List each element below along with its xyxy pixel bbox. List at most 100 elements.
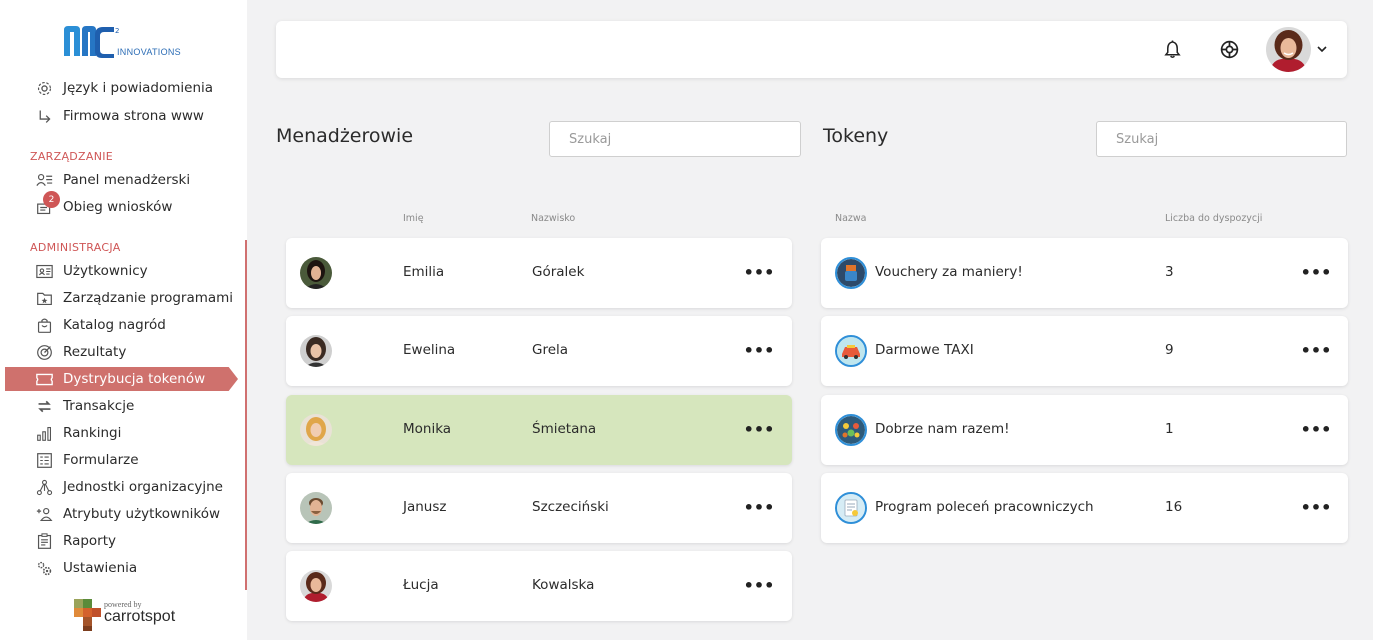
- token-row[interactable]: Darmowe TAXI 9 •••: [821, 316, 1348, 386]
- sidebar-item-reports[interactable]: Raporty: [0, 529, 240, 553]
- sidebar-item-manager-panel[interactable]: Panel menadżerski: [0, 168, 240, 192]
- manager-row[interactable]: Emilia Góralek •••: [286, 238, 792, 308]
- company-logo[interactable]: 2 INNOVATIONS: [62, 24, 202, 64]
- carrotspot-name: carrotspot: [104, 608, 176, 625]
- manager-row[interactable]: Ewelina Grela •••: [286, 316, 792, 386]
- form-icon: [35, 451, 53, 469]
- column-header-last-name[interactable]: Nazwisko: [531, 213, 575, 224]
- sidebar-item-rewards-catalog[interactable]: Katalog nagród: [0, 313, 240, 337]
- sidebar-item-label: Transakcje: [63, 398, 135, 414]
- sidebar: 2 INNOVATIONS Język i powiadomienia Firm…: [0, 0, 247, 640]
- powered-by-carrotspot[interactable]: powered by carrotspot: [72, 597, 192, 633]
- svg-text:2: 2: [115, 27, 119, 35]
- chevron-down-icon[interactable]: [1316, 43, 1328, 55]
- referral-token-icon: [835, 492, 867, 524]
- requests-count-badge: 2: [43, 191, 60, 208]
- manager-first-name: Łucja: [403, 577, 439, 593]
- arrow-turn-icon: [35, 107, 53, 125]
- sidebar-item-label: Formularze: [63, 452, 139, 468]
- settings-icon: [35, 559, 53, 577]
- more-options-icon[interactable]: •••: [1301, 261, 1332, 283]
- reports-icon: [35, 532, 53, 550]
- sidebar-item-token-distribution[interactable]: Dystrybucja tokenów: [5, 367, 238, 391]
- bell-icon[interactable]: [1164, 40, 1181, 59]
- support-globe-icon[interactable]: [1220, 40, 1239, 59]
- manager-first-name: Monika: [403, 421, 452, 437]
- sidebar-item-results[interactable]: Rezultaty: [0, 340, 240, 364]
- sidebar-item-org-units[interactable]: Jednostki organizacyjne: [0, 475, 240, 499]
- sidebar-nav[interactable]: Język i powiadomienia Firmowa strona www…: [0, 80, 247, 592]
- token-row[interactable]: Dobrze nam razem! 1 •••: [821, 395, 1348, 465]
- column-header-first-name[interactable]: Imię: [403, 213, 424, 224]
- manager-row[interactable]: Janusz Szczeciński •••: [286, 473, 792, 543]
- ticket-icon: [35, 370, 53, 388]
- logo-subtitle: INNOVATIONS: [117, 47, 181, 57]
- manager-first-name: Ewelina: [403, 342, 456, 358]
- managers-search-input[interactable]: [549, 121, 801, 157]
- tokens-search-input[interactable]: [1096, 121, 1347, 157]
- sidebar-item-label: Ustawienia: [63, 560, 138, 576]
- sidebar-item-transactions[interactable]: Transakcje: [0, 394, 240, 418]
- token-count: 9: [1165, 342, 1174, 358]
- sidebar-item-rankings[interactable]: Rankingi: [0, 421, 240, 445]
- sidebar-item-label: Język i powiadomienia: [63, 80, 214, 96]
- token-name: Dobrze nam razem!: [875, 421, 1010, 437]
- sidebar-item-label: Zarządzanie programami: [63, 290, 234, 306]
- sidebar-item-label: Obieg wniosków: [63, 199, 173, 215]
- token-count: 1: [1165, 421, 1174, 437]
- manager-row-selected[interactable]: Monika Śmietana •••: [286, 395, 792, 465]
- more-options-icon[interactable]: •••: [744, 339, 775, 361]
- manager-last-name: Śmietana: [532, 421, 597, 437]
- manager-last-name: Szczeciński: [532, 499, 609, 515]
- more-options-icon[interactable]: •••: [1301, 496, 1332, 518]
- manager-last-name: Góralek: [532, 264, 585, 280]
- avatar: [300, 414, 332, 446]
- more-options-icon[interactable]: •••: [744, 418, 775, 440]
- manager-first-name: Janusz: [403, 499, 447, 515]
- sidebar-item-users[interactable]: Użytkownicy: [0, 259, 240, 283]
- sidebar-item-company-website[interactable]: Firmowa strona www: [0, 104, 240, 128]
- sidebar-item-label: Dystrybucja tokenów: [63, 371, 206, 387]
- sidebar-item-label: Rezultaty: [63, 344, 127, 360]
- token-name: Vouchery za maniery!: [875, 264, 1023, 280]
- more-options-icon[interactable]: •••: [744, 496, 775, 518]
- voucher-token-icon: [835, 257, 867, 289]
- manager-first-name: Emilia: [403, 264, 445, 280]
- logo-mark-icon: 2: [64, 26, 119, 58]
- user-avatar[interactable]: [1266, 27, 1311, 72]
- org-units-icon: [35, 478, 53, 496]
- more-options-icon[interactable]: •••: [1301, 418, 1332, 440]
- more-options-icon[interactable]: •••: [1301, 339, 1332, 361]
- sidebar-item-label: Raporty: [63, 533, 117, 549]
- sidebar-item-programs[interactable]: Zarządzanie programami: [0, 286, 240, 310]
- sidebar-item-settings[interactable]: Ustawienia: [0, 556, 240, 580]
- sidebar-divider: [245, 240, 247, 590]
- avatar: [300, 492, 332, 524]
- sidebar-item-user-attributes[interactable]: Atrybuty użytkowników: [0, 502, 240, 526]
- sidebar-item-language[interactable]: Język i powiadomienia: [0, 80, 240, 100]
- rewards-bag-icon: [35, 316, 53, 334]
- token-name: Darmowe TAXI: [875, 342, 974, 358]
- programs-icon: [35, 289, 53, 307]
- more-options-icon[interactable]: •••: [744, 574, 775, 596]
- taxi-token-icon: [835, 335, 867, 367]
- avatar: [300, 335, 332, 367]
- settings-icon: [35, 80, 53, 97]
- sidebar-item-requests[interactable]: 2 Obieg wniosków: [0, 191, 240, 219]
- column-header-available-count[interactable]: Liczba do dyspozycji: [1165, 213, 1262, 224]
- token-name: Program poleceń pracowniczych: [875, 499, 1094, 515]
- token-row[interactable]: Program poleceń pracowniczych 16 •••: [821, 473, 1348, 543]
- manager-last-name: Kowalska: [532, 577, 595, 593]
- team-token-icon: [835, 414, 867, 446]
- avatar: [300, 570, 332, 602]
- token-count: 16: [1165, 499, 1183, 515]
- manager-last-name: Grela: [532, 342, 569, 358]
- manager-panel-icon: [35, 171, 53, 189]
- more-options-icon[interactable]: •••: [744, 261, 775, 283]
- manager-row[interactable]: Łucja Kowalska •••: [286, 551, 792, 621]
- column-header-name[interactable]: Nazwa: [835, 213, 867, 224]
- token-row[interactable]: Vouchery za maniery! 3 •••: [821, 238, 1348, 308]
- token-count: 3: [1165, 264, 1174, 280]
- sidebar-item-forms[interactable]: Formularze: [0, 448, 240, 472]
- sidebar-item-label: Użytkownicy: [63, 263, 148, 279]
